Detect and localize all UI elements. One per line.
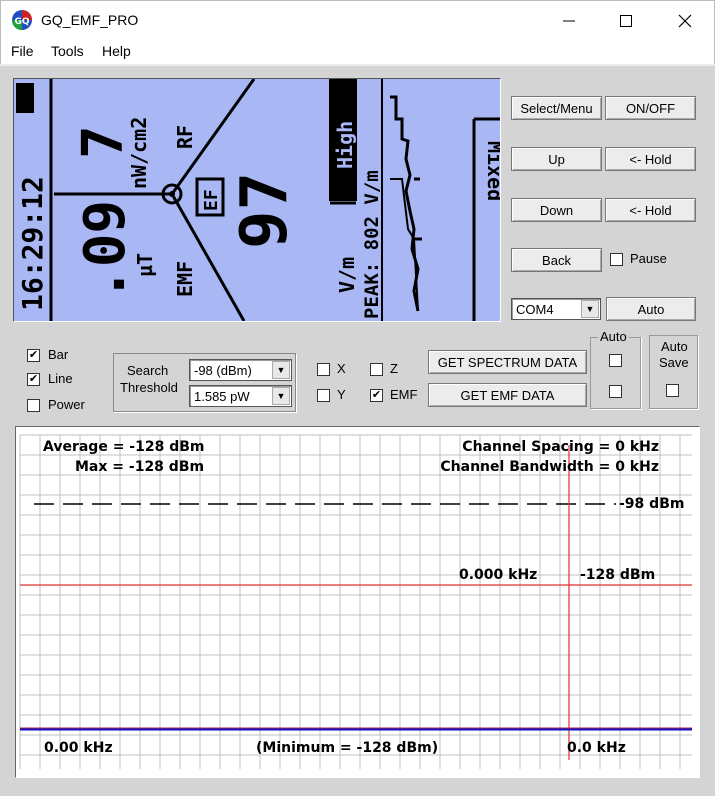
lcd-mode: Mixed (483, 141, 500, 201)
lcd-rf-label: RF (173, 125, 197, 149)
graph-minimum: (Minimum = -128 dBm) (256, 740, 438, 756)
graph-max: Max = -128 dBm (75, 459, 204, 475)
chevron-down-icon[interactable]: ▼ (272, 361, 290, 379)
line-checkbox[interactable]: ✔ (27, 373, 40, 386)
com-port-select[interactable]: COM4 ▼ (511, 298, 601, 320)
close-icon[interactable] (673, 9, 697, 33)
auto-save-checkbox[interactable] (666, 384, 679, 397)
app-logo-text: GQ (14, 17, 29, 27)
x-checkbox[interactable] (317, 363, 330, 376)
up-button[interactable]: Up (511, 147, 602, 171)
threshold-label: Threshold (120, 380, 178, 395)
graph-cursor-frequency: 0.000 kHz (459, 567, 537, 583)
lcd-screen: 16:29:12 .09 µT 7 nW/cm2 RF EMF EF 97 Hi… (16, 79, 500, 321)
search-label: Search (127, 363, 169, 378)
auto-save-label-line2: Save (659, 355, 689, 370)
minimize-icon[interactable] (557, 9, 581, 33)
spectrum-plot: Average = -128 dBm Max = -128 dBm Channe… (19, 434, 692, 769)
bar-checkbox[interactable]: ✔ (27, 349, 40, 362)
lcd-peak: PEAK: 802 V/m (361, 170, 383, 319)
spectrum-graph[interactable]: Average = -128 dBm Max = -128 dBm Channe… (15, 426, 700, 778)
lcd-level: High (333, 121, 357, 169)
on-off-button[interactable]: ON/OFF (605, 96, 696, 120)
threshold-dbm-select[interactable]: -98 (dBm) ▼ (189, 359, 292, 381)
lcd-ef-value: 97 (228, 172, 302, 249)
bar-label: Bar (48, 347, 69, 362)
hold-up-button[interactable]: <- Hold (605, 147, 696, 171)
graph-cursor-level: -128 dBm (580, 567, 655, 583)
panel-top-edge (0, 64, 715, 66)
down-button[interactable]: Down (511, 198, 602, 222)
hold-down-button[interactable]: <- Hold (605, 198, 696, 222)
threshold-power-value: 1.585 pW (194, 389, 250, 404)
graph-x-start: 0.00 kHz (44, 740, 113, 756)
graph-threshold-label: -98 dBm (619, 496, 684, 512)
get-emf-data-button[interactable]: GET EMF DATA (428, 383, 587, 407)
menu-bar: File Tools Help (0, 40, 715, 64)
lcd-time: 16:29:12 (16, 176, 49, 311)
graph-channel-bandwidth: Channel Bandwidth = 0 kHz (440, 459, 659, 475)
maximize-icon[interactable] (614, 9, 638, 33)
auto-button[interactable]: Auto (606, 297, 696, 321)
lcd-display: 16:29:12 .09 µT 7 nW/cm2 RF EMF EF 97 Hi… (13, 78, 501, 322)
z-label: Z (390, 361, 398, 376)
select-menu-button[interactable]: Select/Menu (511, 96, 602, 120)
get-spectrum-data-button[interactable]: GET SPECTRUM DATA (428, 350, 587, 374)
emf-checkbox[interactable]: ✔ (370, 389, 383, 402)
graph-channel-spacing: Channel Spacing = 0 kHz (462, 439, 659, 455)
power-checkbox[interactable] (27, 399, 40, 412)
lcd-main-unit: µT (133, 253, 157, 277)
graph-x-end: 0.0 kHz (567, 740, 626, 756)
graph-grid (19, 434, 692, 769)
com-port-value: COM4 (516, 302, 554, 317)
threshold-dbm-value: -98 (dBm) (194, 363, 252, 378)
pause-checkbox[interactable] (610, 253, 623, 266)
menu-tools[interactable]: Tools (51, 43, 84, 59)
title-bar: GQ GQ_EMF_PRO (0, 0, 715, 40)
window-title: GQ_EMF_PRO (41, 12, 139, 28)
lcd-left-marker (16, 83, 34, 113)
threshold-power-select[interactable]: 1.585 pW ▼ (189, 385, 292, 407)
back-button[interactable]: Back (511, 248, 602, 272)
lcd-rf-unit: nW/cm2 (127, 117, 151, 189)
emf-label: EMF (390, 387, 418, 402)
lcd-ef-unit: V/m (335, 257, 359, 293)
auto-emf-checkbox[interactable] (609, 385, 622, 398)
chevron-down-icon[interactable]: ▼ (581, 300, 599, 318)
line-label: Line (48, 371, 73, 386)
lcd-main-value: .09 (73, 200, 138, 301)
auto-save-label-line1: Auto (661, 339, 688, 354)
app-logo-icon: GQ (12, 10, 32, 30)
lcd-emf-label: EMF (173, 261, 197, 297)
power-label: Power (48, 397, 85, 412)
auto-group: Auto (590, 329, 641, 409)
lcd-ef-label: EF (201, 189, 222, 211)
pause-label: Pause (630, 251, 667, 266)
chevron-down-icon[interactable]: ▼ (272, 387, 290, 405)
auto-group-title: Auto (598, 329, 629, 344)
y-checkbox[interactable] (317, 389, 330, 402)
z-checkbox[interactable] (370, 363, 383, 376)
y-label: Y (337, 387, 346, 402)
menu-file[interactable]: File (11, 43, 34, 59)
auto-spectrum-checkbox[interactable] (609, 354, 622, 367)
x-label: X (337, 361, 346, 376)
graph-average: Average = -128 dBm (43, 439, 205, 455)
menu-help[interactable]: Help (102, 43, 131, 59)
